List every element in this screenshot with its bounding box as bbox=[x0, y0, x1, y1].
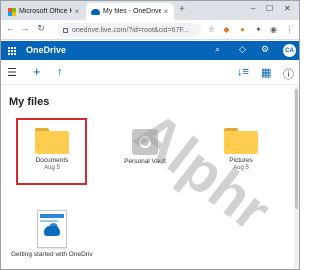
back-arrow-icon[interactable]: ← bbox=[4, 23, 16, 33]
alphr-watermark-logo: Alphr bbox=[123, 99, 282, 243]
tab-label: My files - OneDrive bbox=[103, 8, 161, 15]
pdf-thumbnail-icon bbox=[37, 210, 67, 248]
browser-window: Microsoft Office Ho × My files - OneDriv… bbox=[0, 0, 300, 270]
file-tile-getting-started[interactable]: Getting started with OneDrive... bbox=[11, 210, 93, 258]
folder-icon bbox=[224, 128, 258, 154]
address-bar-row: ← → ↻ onedrive.live.com/?id=root&cid=67F… bbox=[1, 20, 299, 40]
url-text: onedrive.live.com/?id=root&cid=67F... bbox=[72, 26, 189, 34]
add-new-icon[interactable]: + bbox=[33, 64, 41, 79]
close-window-button[interactable]: ✕ bbox=[284, 4, 291, 13]
settings-gear-icon[interactable]: ⚙ bbox=[261, 44, 269, 55]
minimize-button[interactable]: – bbox=[251, 4, 255, 13]
tab-close-icon[interactable]: × bbox=[72, 7, 82, 16]
account-avatar[interactable]: CA bbox=[283, 44, 296, 57]
tab-strip: Microsoft Office Ho × My files - OneDriv… bbox=[1, 1, 299, 20]
page-title: My files bbox=[9, 96, 50, 108]
file-name: Personal Vault bbox=[124, 158, 166, 165]
bookmark-star-icon[interactable]: ☆ bbox=[206, 24, 217, 35]
tab-my-files-onedrive[interactable]: My files - OneDrive × bbox=[86, 3, 174, 20]
view-options-icon[interactable]: ▦ bbox=[261, 66, 271, 79]
app-launcher-icon[interactable] bbox=[8, 47, 16, 55]
extensions-puzzle-icon[interactable]: ✦ bbox=[253, 24, 264, 35]
command-bar: ☰ + ↑ ↓≡ ▦ ⓘ bbox=[1, 61, 299, 85]
tab-close-icon[interactable]: × bbox=[161, 7, 171, 16]
sort-icon[interactable]: ↓≡ bbox=[237, 66, 249, 78]
file-name: Pictures bbox=[229, 157, 253, 164]
profile-icon[interactable]: ◉ bbox=[268, 24, 279, 35]
info-pane-icon[interactable]: ⓘ bbox=[283, 66, 294, 82]
vault-icon bbox=[132, 129, 158, 155]
selection-highlight bbox=[16, 118, 87, 185]
file-name: Getting started with OneDrive... bbox=[11, 251, 93, 258]
lock-icon bbox=[63, 27, 68, 33]
file-tile-pictures[interactable]: Pictures Aug 5 bbox=[205, 128, 277, 171]
navigation-menu-icon[interactable]: ☰ bbox=[7, 66, 17, 79]
forward-arrow-icon[interactable]: → bbox=[19, 23, 31, 33]
browser-menu-icon[interactable]: ⋮ bbox=[284, 24, 295, 35]
svg-text:Alphr: Alphr bbox=[123, 99, 282, 243]
upload-icon[interactable]: ↑ bbox=[57, 66, 63, 78]
onedrive-cloud-icon bbox=[91, 8, 100, 15]
search-icon[interactable]: ⌕ bbox=[215, 44, 220, 55]
premium-diamond-icon[interactable]: ◇ bbox=[239, 44, 246, 55]
metamask-extension-icon[interactable]: ◆ bbox=[221, 24, 232, 35]
tab-microsoft-office-home[interactable]: Microsoft Office Ho × bbox=[3, 3, 85, 20]
reload-icon[interactable]: ↻ bbox=[35, 23, 47, 34]
maximize-button[interactable]: ☐ bbox=[266, 4, 273, 13]
file-date: Aug 5 bbox=[233, 165, 249, 171]
extension-icon[interactable]: ● bbox=[237, 24, 248, 35]
file-tile-personal-vault[interactable]: Personal Vault bbox=[109, 129, 181, 165]
url-field[interactable]: onedrive.live.com/?id=root&cid=67F... bbox=[57, 23, 201, 37]
onedrive-title[interactable]: OneDrive bbox=[26, 45, 66, 55]
microsoft-logo-icon bbox=[8, 7, 16, 16]
scrollbar-thumb[interactable] bbox=[295, 89, 298, 209]
new-tab-button[interactable]: + bbox=[179, 4, 185, 15]
onedrive-header: OneDrive ⌕ ◇ ⚙ CA bbox=[1, 41, 299, 60]
tab-label: Microsoft Office Ho bbox=[19, 8, 72, 15]
